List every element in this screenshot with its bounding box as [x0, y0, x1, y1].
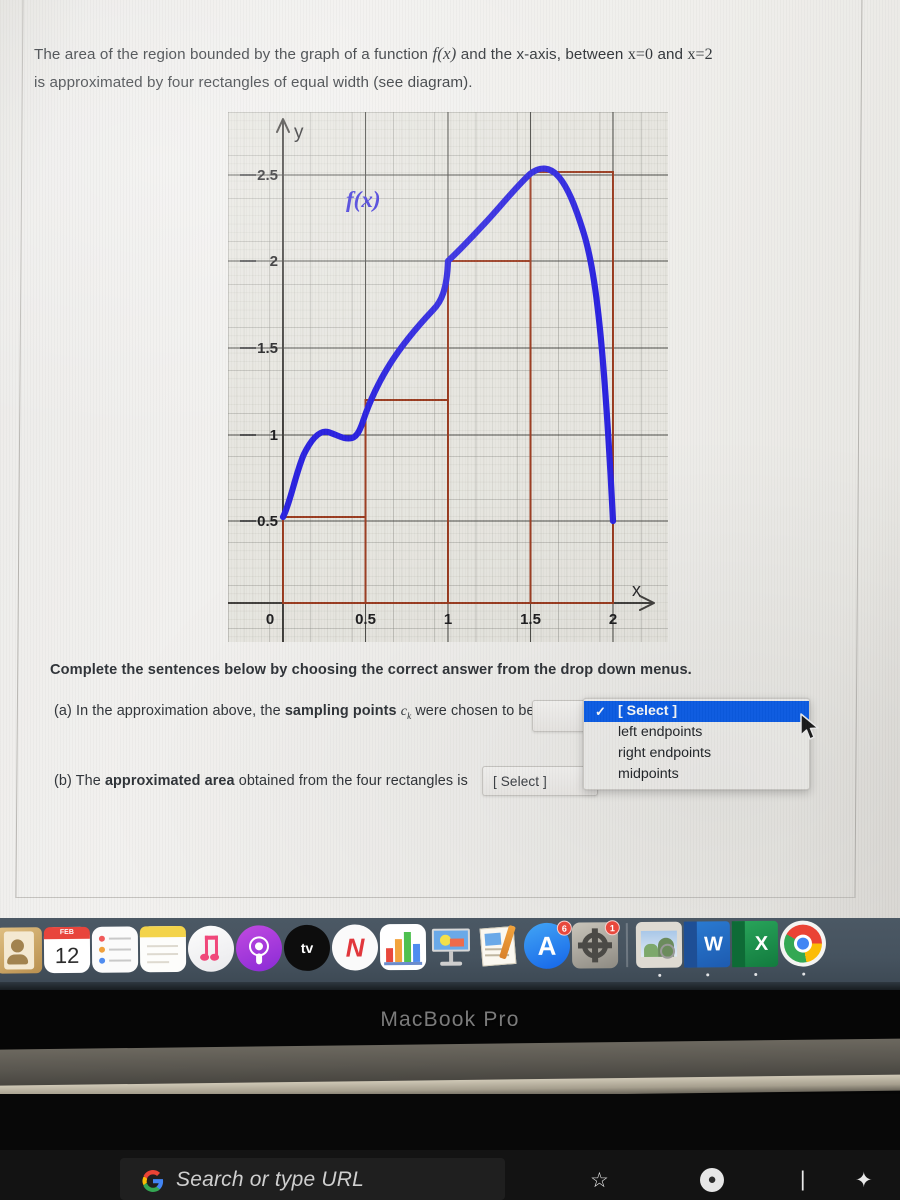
- question-a: (a) In the approximation above, the samp…: [54, 703, 535, 721]
- running-indicator: [657, 973, 661, 977]
- url-placeholder-text: Search or type URL: [176, 1168, 365, 1191]
- svg-text:0: 0: [266, 611, 274, 628]
- macos-dock[interactable]: FEB 12 tv N A 6 1 W X: [0, 918, 900, 990]
- question-a-suffix: were chosen to be: [415, 703, 535, 719]
- question-a-bold: sampling points: [284, 703, 397, 719]
- check-icon: ✓: [595, 704, 606, 719]
- apple-tv-icon[interactable]: tv: [283, 924, 331, 972]
- question-b-bold: approximated area: [104, 772, 235, 789]
- question-b: (b) The approximated area obtained from …: [54, 766, 599, 796]
- function-symbol: f(x): [432, 44, 457, 63]
- svg-text:1.5: 1.5: [257, 340, 278, 357]
- svg-text:1: 1: [270, 427, 278, 444]
- instructions-text: Complete the sentences below by choosing…: [50, 662, 692, 678]
- running-indicator: [753, 972, 757, 977]
- dropdown-option-select[interactable]: ✓ [ Select ]: [584, 701, 809, 722]
- excel-label: X: [754, 932, 769, 955]
- macbook-pro-label: MacBook Pro: [380, 1008, 520, 1031]
- riemann-sum-graph: y x f(x) 2.5 2 1.5 1 0.5 0 0.5 1 1.5 2: [228, 112, 668, 642]
- dropdown-option-left-endpoints[interactable]: left endpoints: [584, 722, 809, 743]
- sparkle-icon[interactable]: ✦: [855, 1168, 873, 1193]
- svg-text:0.5: 0.5: [355, 611, 376, 628]
- microsoft-word-icon[interactable]: W: [683, 921, 731, 977]
- star-icon[interactable]: ☆: [590, 1168, 609, 1193]
- system-preferences-badge: 1: [604, 920, 620, 936]
- graph-svg: y x f(x) 2.5 2 1.5 1 0.5 0 0.5 1 1.5 2: [228, 112, 668, 642]
- calendar-month: FEB: [43, 926, 90, 940]
- assignment-content: The area of the region bounded by the gr…: [0, 0, 900, 918]
- dropdown-option-label: right endpoints: [618, 745, 712, 761]
- reminders-icon[interactable]: [91, 926, 139, 973]
- news-icon[interactable]: N: [331, 924, 379, 971]
- podcasts-icon[interactable]: [235, 925, 283, 972]
- preview-icon[interactable]: [635, 921, 683, 977]
- laptop-screen: The area of the region bounded by the gr…: [0, 0, 900, 918]
- question-b-prefix: (b) The: [54, 772, 101, 789]
- google-logo-icon: [142, 1170, 164, 1192]
- problem-text-2: and the x-axis, between: [460, 46, 624, 63]
- svg-text:2.5: 2.5: [257, 167, 278, 184]
- svg-text:1.5: 1.5: [520, 611, 541, 628]
- lower-limit-equation: x=0: [627, 46, 654, 63]
- app-store-badge: 6: [556, 920, 572, 936]
- contacts-icon[interactable]: [0, 927, 43, 974]
- pages-icon[interactable]: [476, 923, 522, 969]
- dropdown-option-label: [ Select ]: [618, 703, 678, 719]
- problem-statement: The area of the region bounded by the gr…: [34, 40, 854, 97]
- sampling-point-symbol: ck: [400, 704, 412, 721]
- running-indicator: [801, 972, 805, 976]
- dock-separator: [625, 923, 629, 968]
- running-indicator: [705, 973, 709, 977]
- account-icon[interactable]: ●: [700, 1168, 724, 1192]
- svg-text:2: 2: [609, 611, 617, 628]
- y-axis-label: y: [294, 122, 304, 143]
- conjunction: and: [657, 46, 684, 63]
- dropdown-a-open-menu[interactable]: ✓ [ Select ] left endpoints right endpoi…: [583, 698, 810, 790]
- svg-text:1: 1: [444, 611, 452, 628]
- problem-text-1: The area of the region bounded by the gr…: [34, 46, 429, 63]
- keynote-icon[interactable]: [428, 923, 474, 969]
- curve-label: f(x): [346, 187, 380, 212]
- notes-icon[interactable]: [139, 925, 187, 973]
- apple-tv-label: tv: [300, 939, 314, 956]
- numbers-icon[interactable]: [379, 923, 427, 971]
- dropdown-option-midpoints[interactable]: midpoints: [584, 764, 809, 785]
- google-chrome-icon[interactable]: [779, 920, 827, 976]
- dock-bottom-edge: [0, 982, 900, 990]
- question-b-suffix: obtained from the four rectangles is: [238, 772, 468, 789]
- question-a-prefix: (a) In the approximation above, the: [54, 703, 281, 719]
- app-store-icon[interactable]: A 6: [523, 920, 572, 970]
- laptop-chassis: MacBook Pro Search or type URL ☆ ● | ✦: [0, 990, 900, 1200]
- dropdown-option-label: midpoints: [618, 766, 679, 782]
- dropdown-b-combobox[interactable]: [ Select ]: [482, 766, 599, 796]
- svg-text:0.5: 0.5: [257, 513, 278, 530]
- x-axis-label: x: [632, 580, 641, 600]
- word-label: W: [703, 933, 724, 956]
- svg-text:2: 2: [270, 253, 278, 270]
- calendar-icon[interactable]: FEB 12: [43, 926, 91, 974]
- microsoft-excel-icon[interactable]: X: [731, 920, 779, 977]
- divider-icon: |: [800, 1168, 806, 1191]
- dropdown-option-label: left endpoints: [618, 724, 703, 740]
- music-icon[interactable]: [187, 925, 235, 972]
- photo-of-laptop-screen: The area of the region bounded by the gr…: [0, 0, 900, 1200]
- dropdown-option-right-endpoints[interactable]: right endpoints: [584, 743, 809, 764]
- problem-text-3: is approximated by four rectangles of eq…: [34, 74, 473, 91]
- calendar-day: 12: [54, 942, 80, 969]
- upper-limit-equation: x=2: [687, 46, 713, 63]
- system-preferences-icon[interactable]: 1: [571, 920, 620, 969]
